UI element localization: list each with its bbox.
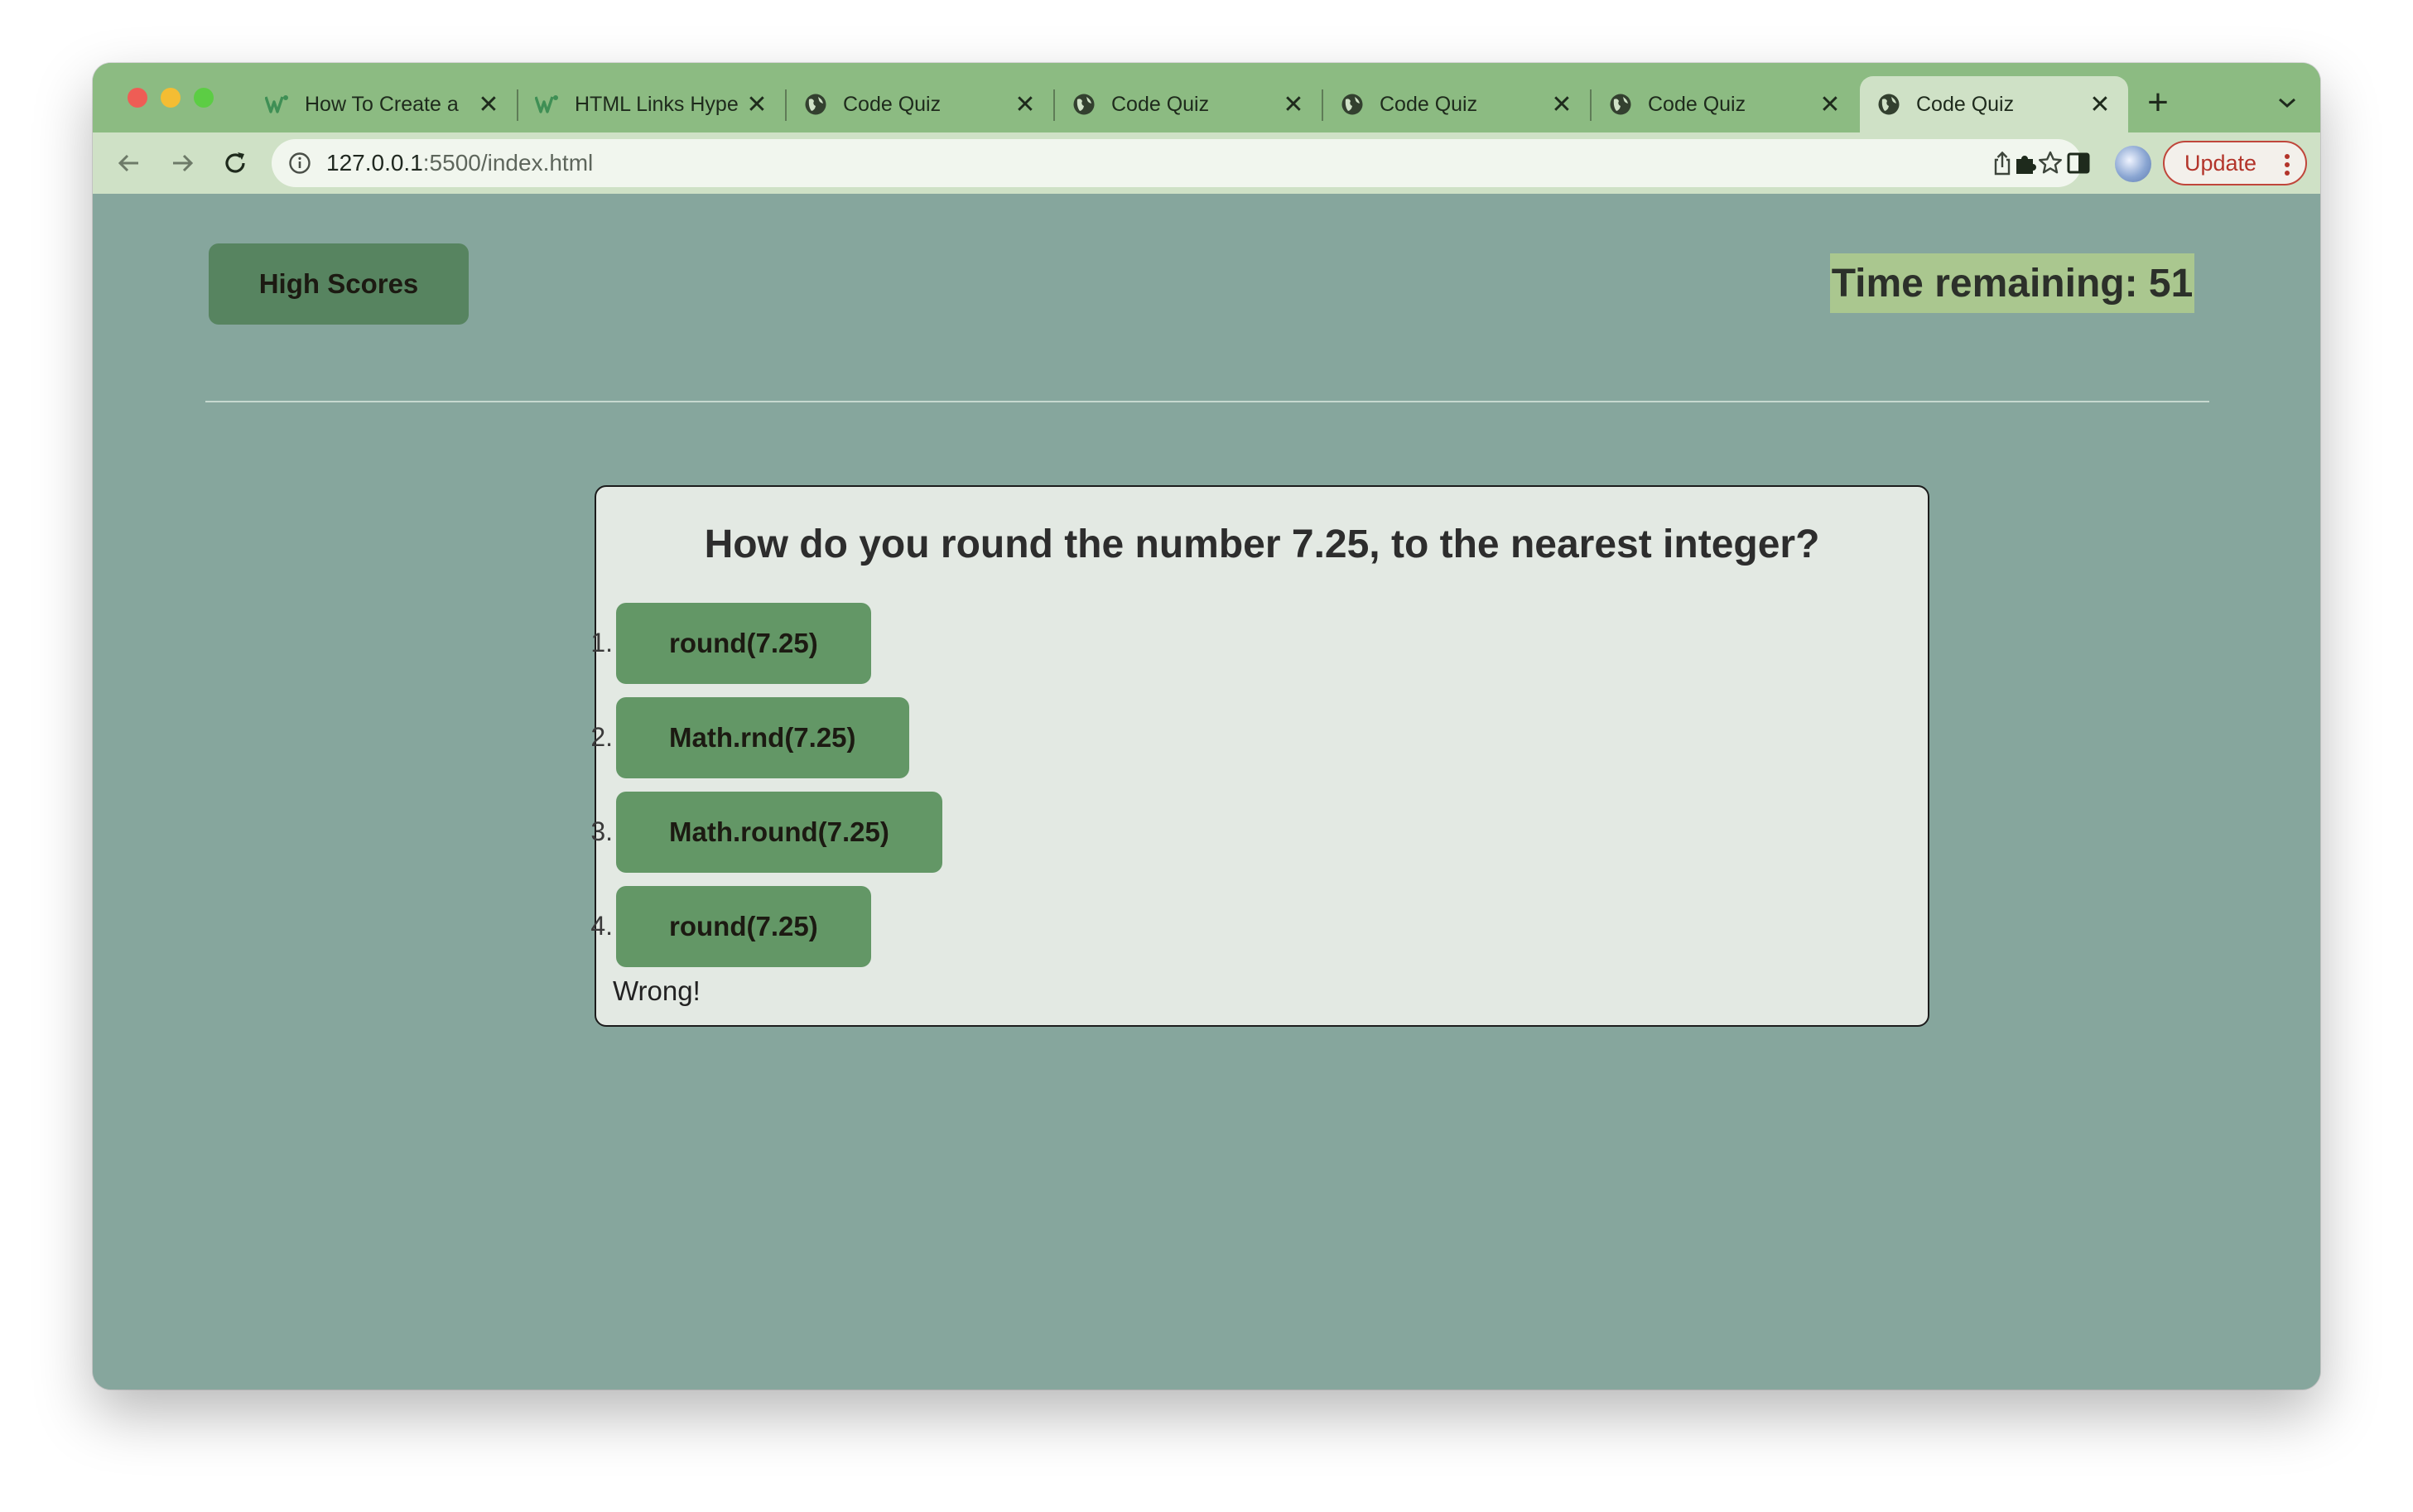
tab-code-quiz-3[interactable]: Code Quiz ✕ <box>1323 76 1590 132</box>
maximize-window-button[interactable] <box>194 88 214 108</box>
url-text: 127.0.0.1:5500/index.html <box>326 150 593 176</box>
high-scores-button[interactable]: High Scores <box>209 243 469 325</box>
side-panel-icon[interactable] <box>2064 148 2093 178</box>
forward-arrow-icon[interactable] <box>167 148 197 178</box>
answer-button-3[interactable]: Math.round(7.25) <box>616 792 942 873</box>
reload-icon[interactable] <box>220 148 250 178</box>
answer-button-4[interactable]: round(7.25) <box>616 886 871 967</box>
url-path: :5500/index.html <box>422 150 594 176</box>
tab-strip: How To Create a ✕ HTML Links Hype ✕ Code… <box>93 63 2320 132</box>
answer-button-1[interactable]: round(7.25) <box>616 603 871 684</box>
browser-toolbar: 127.0.0.1:5500/index.html Update <box>93 132 2320 195</box>
tab-title: Code Quiz <box>843 92 942 116</box>
close-tab-icon[interactable]: ✕ <box>477 91 500 118</box>
answer-item: 3. Math.round(7.25) <box>590 792 1928 873</box>
page-content: High Scores Time remaining: 51 How do yo… <box>93 194 2320 1389</box>
answer-feedback: Wrong! <box>613 975 701 1006</box>
extensions-puzzle-icon[interactable] <box>2011 148 2040 178</box>
back-arrow-icon[interactable] <box>114 148 144 178</box>
update-button[interactable]: Update <box>2163 141 2307 185</box>
tab-code-quiz-active[interactable]: Code Quiz ✕ <box>1860 76 2128 132</box>
question-card: How do you round the number 7.25, to the… <box>590 485 1929 1027</box>
tab-title: Code Quiz <box>1380 92 1478 116</box>
close-tab-icon[interactable]: ✕ <box>1014 91 1037 118</box>
globe-icon <box>1608 92 1633 117</box>
question-text: How do you round the number 7.25, to the… <box>704 522 1820 566</box>
tab-code-quiz-1[interactable]: Code Quiz ✕ <box>787 76 1053 132</box>
update-button-label: Update <box>2184 150 2257 176</box>
globe-icon <box>803 92 828 117</box>
answer-item: 2. Math.rnd(7.25) <box>590 697 1928 778</box>
answer-number: 2. <box>590 722 613 752</box>
browser-window: How To Create a ✕ HTML Links Hype ✕ Code… <box>93 63 2320 1389</box>
close-tab-icon[interactable]: ✕ <box>2088 91 2112 118</box>
tab-title: Code Quiz <box>1111 92 1210 116</box>
minimize-window-button[interactable] <box>161 88 181 108</box>
answer-item: 1. round(7.25) <box>590 603 1928 684</box>
close-tab-icon[interactable]: ✕ <box>745 91 768 118</box>
time-remaining: Time remaining: 51 <box>1830 253 2194 313</box>
answer-number: 4. <box>590 911 613 941</box>
site-info-icon[interactable] <box>288 152 311 175</box>
w3schools-icon <box>265 92 290 117</box>
tab-search-chevron-icon[interactable] <box>2272 88 2302 118</box>
tab-how-to-create[interactable]: How To Create a ✕ <box>248 76 517 132</box>
header-divider <box>205 401 2209 402</box>
kebab-menu-icon[interactable] <box>2284 153 2290 176</box>
tab-title: Code Quiz <box>1648 92 1746 116</box>
globe-icon <box>1876 92 1901 117</box>
address-bar[interactable]: 127.0.0.1:5500/index.html <box>272 139 2082 187</box>
close-tab-icon[interactable]: ✕ <box>1282 91 1305 118</box>
new-tab-button[interactable]: + <box>2141 82 2175 123</box>
tab-code-quiz-2[interactable]: Code Quiz ✕ <box>1055 76 1322 132</box>
tab-title: HTML Links Hype <box>575 92 739 116</box>
w3schools-icon <box>535 92 560 117</box>
answer-item: 4. round(7.25) <box>590 886 1928 967</box>
tab-html-links[interactable]: HTML Links Hype ✕ <box>518 76 785 132</box>
close-tab-icon[interactable]: ✕ <box>1550 91 1573 118</box>
close-window-button[interactable] <box>128 88 147 108</box>
close-tab-icon[interactable]: ✕ <box>1818 91 1842 118</box>
tab-title: How To Create a <box>305 92 459 116</box>
tab-code-quiz-4[interactable]: Code Quiz ✕ <box>1592 76 1858 132</box>
profile-avatar[interactable] <box>2115 146 2151 182</box>
globe-icon <box>1072 92 1096 117</box>
answer-number: 3. <box>590 816 613 846</box>
answer-number: 1. <box>590 628 613 657</box>
bookmark-star-icon[interactable] <box>2037 150 2064 176</box>
url-host: 127.0.0.1 <box>326 150 423 176</box>
globe-icon <box>1340 92 1365 117</box>
answer-button-2[interactable]: Math.rnd(7.25) <box>616 697 909 778</box>
tab-title: Code Quiz <box>1916 92 2015 116</box>
